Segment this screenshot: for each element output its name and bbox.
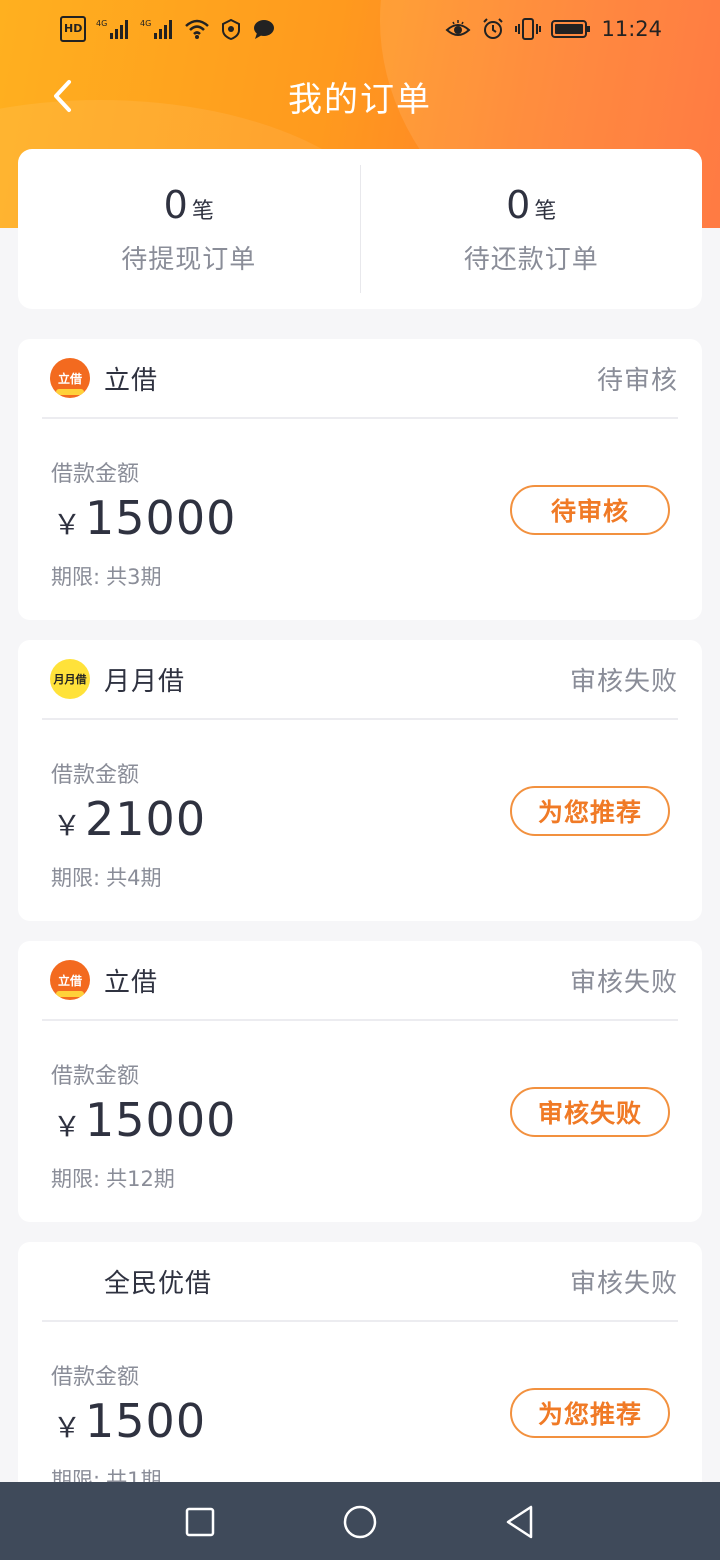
system-back-button[interactable] <box>500 1502 540 1542</box>
loan-amount: 2100 <box>85 792 207 846</box>
order-status: 审核失败 <box>569 1268 678 1299</box>
company-logo: 月月借 <box>50 659 90 699</box>
order-action-button[interactable]: 待审核 <box>510 485 670 535</box>
amount-row: ￥ 15000 <box>53 1093 236 1147</box>
company-logo: 立借 <box>50 960 90 1000</box>
hd-icon: HD <box>60 16 87 42</box>
loan-amount: 15000 <box>85 1093 237 1147</box>
order-card[interactable]: 立借 立借 待审核 借款金额 ￥ 15000 期限: 共3期 待审核 <box>18 339 702 620</box>
circle-icon <box>343 1505 377 1539</box>
system-nav-bar <box>0 1482 720 1560</box>
status-left: HD 4G 4G <box>60 16 276 42</box>
order-status: 审核失败 <box>569 967 678 998</box>
recommend-button[interactable]: 为您推荐 <box>510 1388 670 1438</box>
triangle-back-icon <box>506 1505 533 1539</box>
loan-term: 期限: 共12期 <box>51 1163 175 1193</box>
term-value: 共12期 <box>106 1167 175 1191</box>
order-status: 审核失败 <box>569 666 678 697</box>
status-bar: HD 4G 4G 11:24 <box>0 0 720 58</box>
chat-icon <box>252 16 276 42</box>
pending-withdraw-count: 0 <box>163 182 188 227</box>
status-time: 11:24 <box>601 17 662 41</box>
count-row: 0 笔 <box>506 183 556 227</box>
home-button[interactable] <box>340 1502 380 1542</box>
term-label: 期限: <box>51 565 101 589</box>
wifi-icon <box>184 16 210 42</box>
amount-row: ￥ 15000 <box>53 491 236 545</box>
amount-label: 借款金额 <box>51 462 140 487</box>
term-value: 共4期 <box>106 866 162 890</box>
order-card[interactable]: 立借 立借 审核失败 借款金额 ￥ 15000 期限: 共12期 审核失败 <box>18 941 702 1222</box>
currency-symbol: ￥ <box>53 1110 82 1143</box>
network-label: 4G <box>96 19 107 28</box>
company-logo: 立借 <box>50 358 90 398</box>
amount-label: 借款金额 <box>51 1064 140 1089</box>
order-card[interactable]: 月月借 月月借 审核失败 借款金额 ￥ 2100 期限: 共4期 为您推荐 <box>18 640 702 921</box>
pending-withdraw-summary[interactable]: 0 笔 待提现订单 <box>18 149 360 309</box>
company-logo <box>50 1261 90 1301</box>
count-unit: 笔 <box>191 198 214 224</box>
shield-icon <box>220 16 242 42</box>
pending-withdraw-label: 待提现订单 <box>121 244 257 275</box>
company-name: 全民优借 <box>104 1268 213 1299</box>
loan-term: 期限: 共4期 <box>51 862 161 892</box>
order-card-header: 立借 立借 待审核 <box>42 339 678 419</box>
square-icon <box>185 1507 215 1537</box>
vibrate-icon <box>515 16 542 42</box>
currency-symbol: ￥ <box>53 508 82 541</box>
recent-apps-button[interactable] <box>180 1502 220 1542</box>
order-action-button[interactable]: 审核失败 <box>510 1087 670 1137</box>
order-card[interactable]: 全民优借 审核失败 借款金额 ￥ 1500 期限: 共1期 为您推荐 <box>18 1242 702 1523</box>
status-right: 11:24 <box>445 16 662 42</box>
amount-label: 借款金额 <box>51 763 140 788</box>
recommend-button[interactable]: 为您推荐 <box>510 786 670 836</box>
company-name: 月月借 <box>104 666 186 697</box>
currency-symbol: ￥ <box>53 1411 82 1444</box>
term-label: 期限: <box>51 866 101 890</box>
order-card-header: 全民优借 审核失败 <box>42 1242 678 1322</box>
eye-icon <box>445 16 471 42</box>
loan-amount: 15000 <box>85 491 237 545</box>
page-title: 我的订单 <box>288 79 432 120</box>
nav-bar: 我的订单 <box>0 58 720 134</box>
network-label: 4G <box>140 19 151 28</box>
order-card-header: 月月借 月月借 审核失败 <box>42 640 678 720</box>
amount-row: ￥ 2100 <box>53 792 206 846</box>
order-status: 待审核 <box>596 365 678 396</box>
company-name: 立借 <box>104 365 159 396</box>
orders-page: HD 4G 4G 11:24 我的订单 0 笔 待提现订单 0 笔 待还款订单 … <box>0 0 720 1560</box>
amount-label: 借款金额 <box>51 1365 140 1390</box>
back-button[interactable] <box>40 74 84 118</box>
amount-row: ￥ 1500 <box>53 1394 206 1448</box>
order-summary-card: 0 笔 待提现订单 0 笔 待还款订单 <box>18 149 702 309</box>
term-label: 期限: <box>51 1167 101 1191</box>
chevron-left-icon <box>54 80 71 112</box>
count-unit: 笔 <box>534 198 557 224</box>
count-row: 0 笔 <box>164 183 214 227</box>
order-card-header: 立借 立借 审核失败 <box>42 941 678 1021</box>
signal-icon: 4G <box>140 16 174 42</box>
pending-repay-summary[interactable]: 0 笔 待还款订单 <box>361 149 703 309</box>
loan-term: 期限: 共3期 <box>51 561 161 591</box>
pending-repay-label: 待还款订单 <box>463 244 599 275</box>
term-value: 共3期 <box>106 565 162 589</box>
signal-icon: 4G <box>96 16 130 42</box>
battery-icon <box>551 16 591 42</box>
company-name: 立借 <box>104 967 159 998</box>
currency-symbol: ￥ <box>53 809 82 842</box>
pending-repay-count: 0 <box>506 182 531 227</box>
alarm-icon <box>481 16 505 42</box>
loan-amount: 1500 <box>85 1394 207 1448</box>
